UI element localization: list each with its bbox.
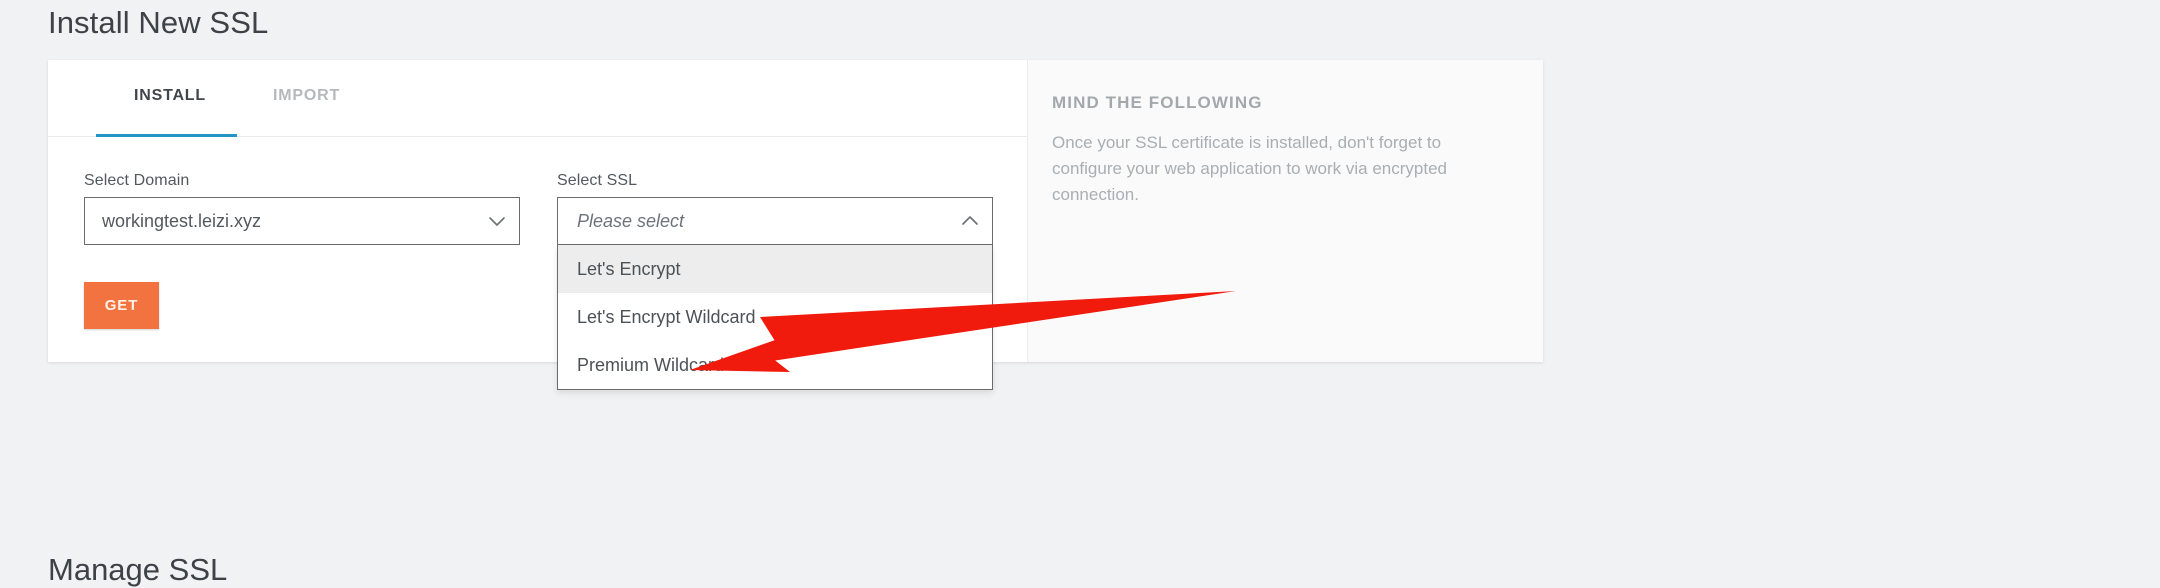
install-ssl-card: INSTALL IMPORT Select Domain workingtest… (48, 60, 1543, 390)
active-tab-indicator (96, 134, 237, 137)
next-section-title: Manage SSL (48, 552, 228, 587)
select-ssl-control[interactable]: Please select (557, 197, 993, 245)
ssl-option-lets-encrypt[interactable]: Let's Encrypt (558, 245, 992, 293)
select-domain-value: workingtest.leizi.xyz (102, 210, 262, 231)
select-domain-label: Select Domain (84, 172, 190, 189)
select-ssl-placeholder: Please select (577, 210, 685, 231)
card-left-pane: INSTALL IMPORT Select Domain workingtest… (48, 60, 1027, 390)
ssl-option-lets-encrypt-wildcard[interactable]: Let's Encrypt Wildcard (558, 293, 992, 341)
select-ssl-label: Select SSL (557, 172, 638, 189)
get-button[interactable]: GET (84, 282, 159, 329)
select-ssl-menu: Let's Encrypt Let's Encrypt Wildcard Pre… (557, 245, 993, 390)
ssl-option-premium-wildcard[interactable]: Premium Wildcard (558, 341, 992, 389)
mind-the-following-panel: MIND THE FOLLOWING Once your SSL certifi… (1027, 60, 1543, 362)
tab-import[interactable]: IMPORT (273, 87, 340, 105)
info-panel-title: MIND THE FOLLOWING (1052, 93, 1263, 112)
info-panel-body: Once your SSL certificate is installed, … (1052, 133, 1447, 204)
chevron-up-icon[interactable] (948, 198, 992, 244)
select-domain-dropdown[interactable]: workingtest.leizi.xyz (84, 197, 520, 245)
chevron-down-icon (475, 198, 519, 244)
select-ssl-dropdown: Please select Let's Encrypt Let's Encryp… (557, 197, 993, 390)
page-title: Install New SSL (48, 5, 269, 40)
tab-install[interactable]: INSTALL (134, 87, 206, 105)
tab-bar: INSTALL IMPORT (48, 60, 1027, 137)
